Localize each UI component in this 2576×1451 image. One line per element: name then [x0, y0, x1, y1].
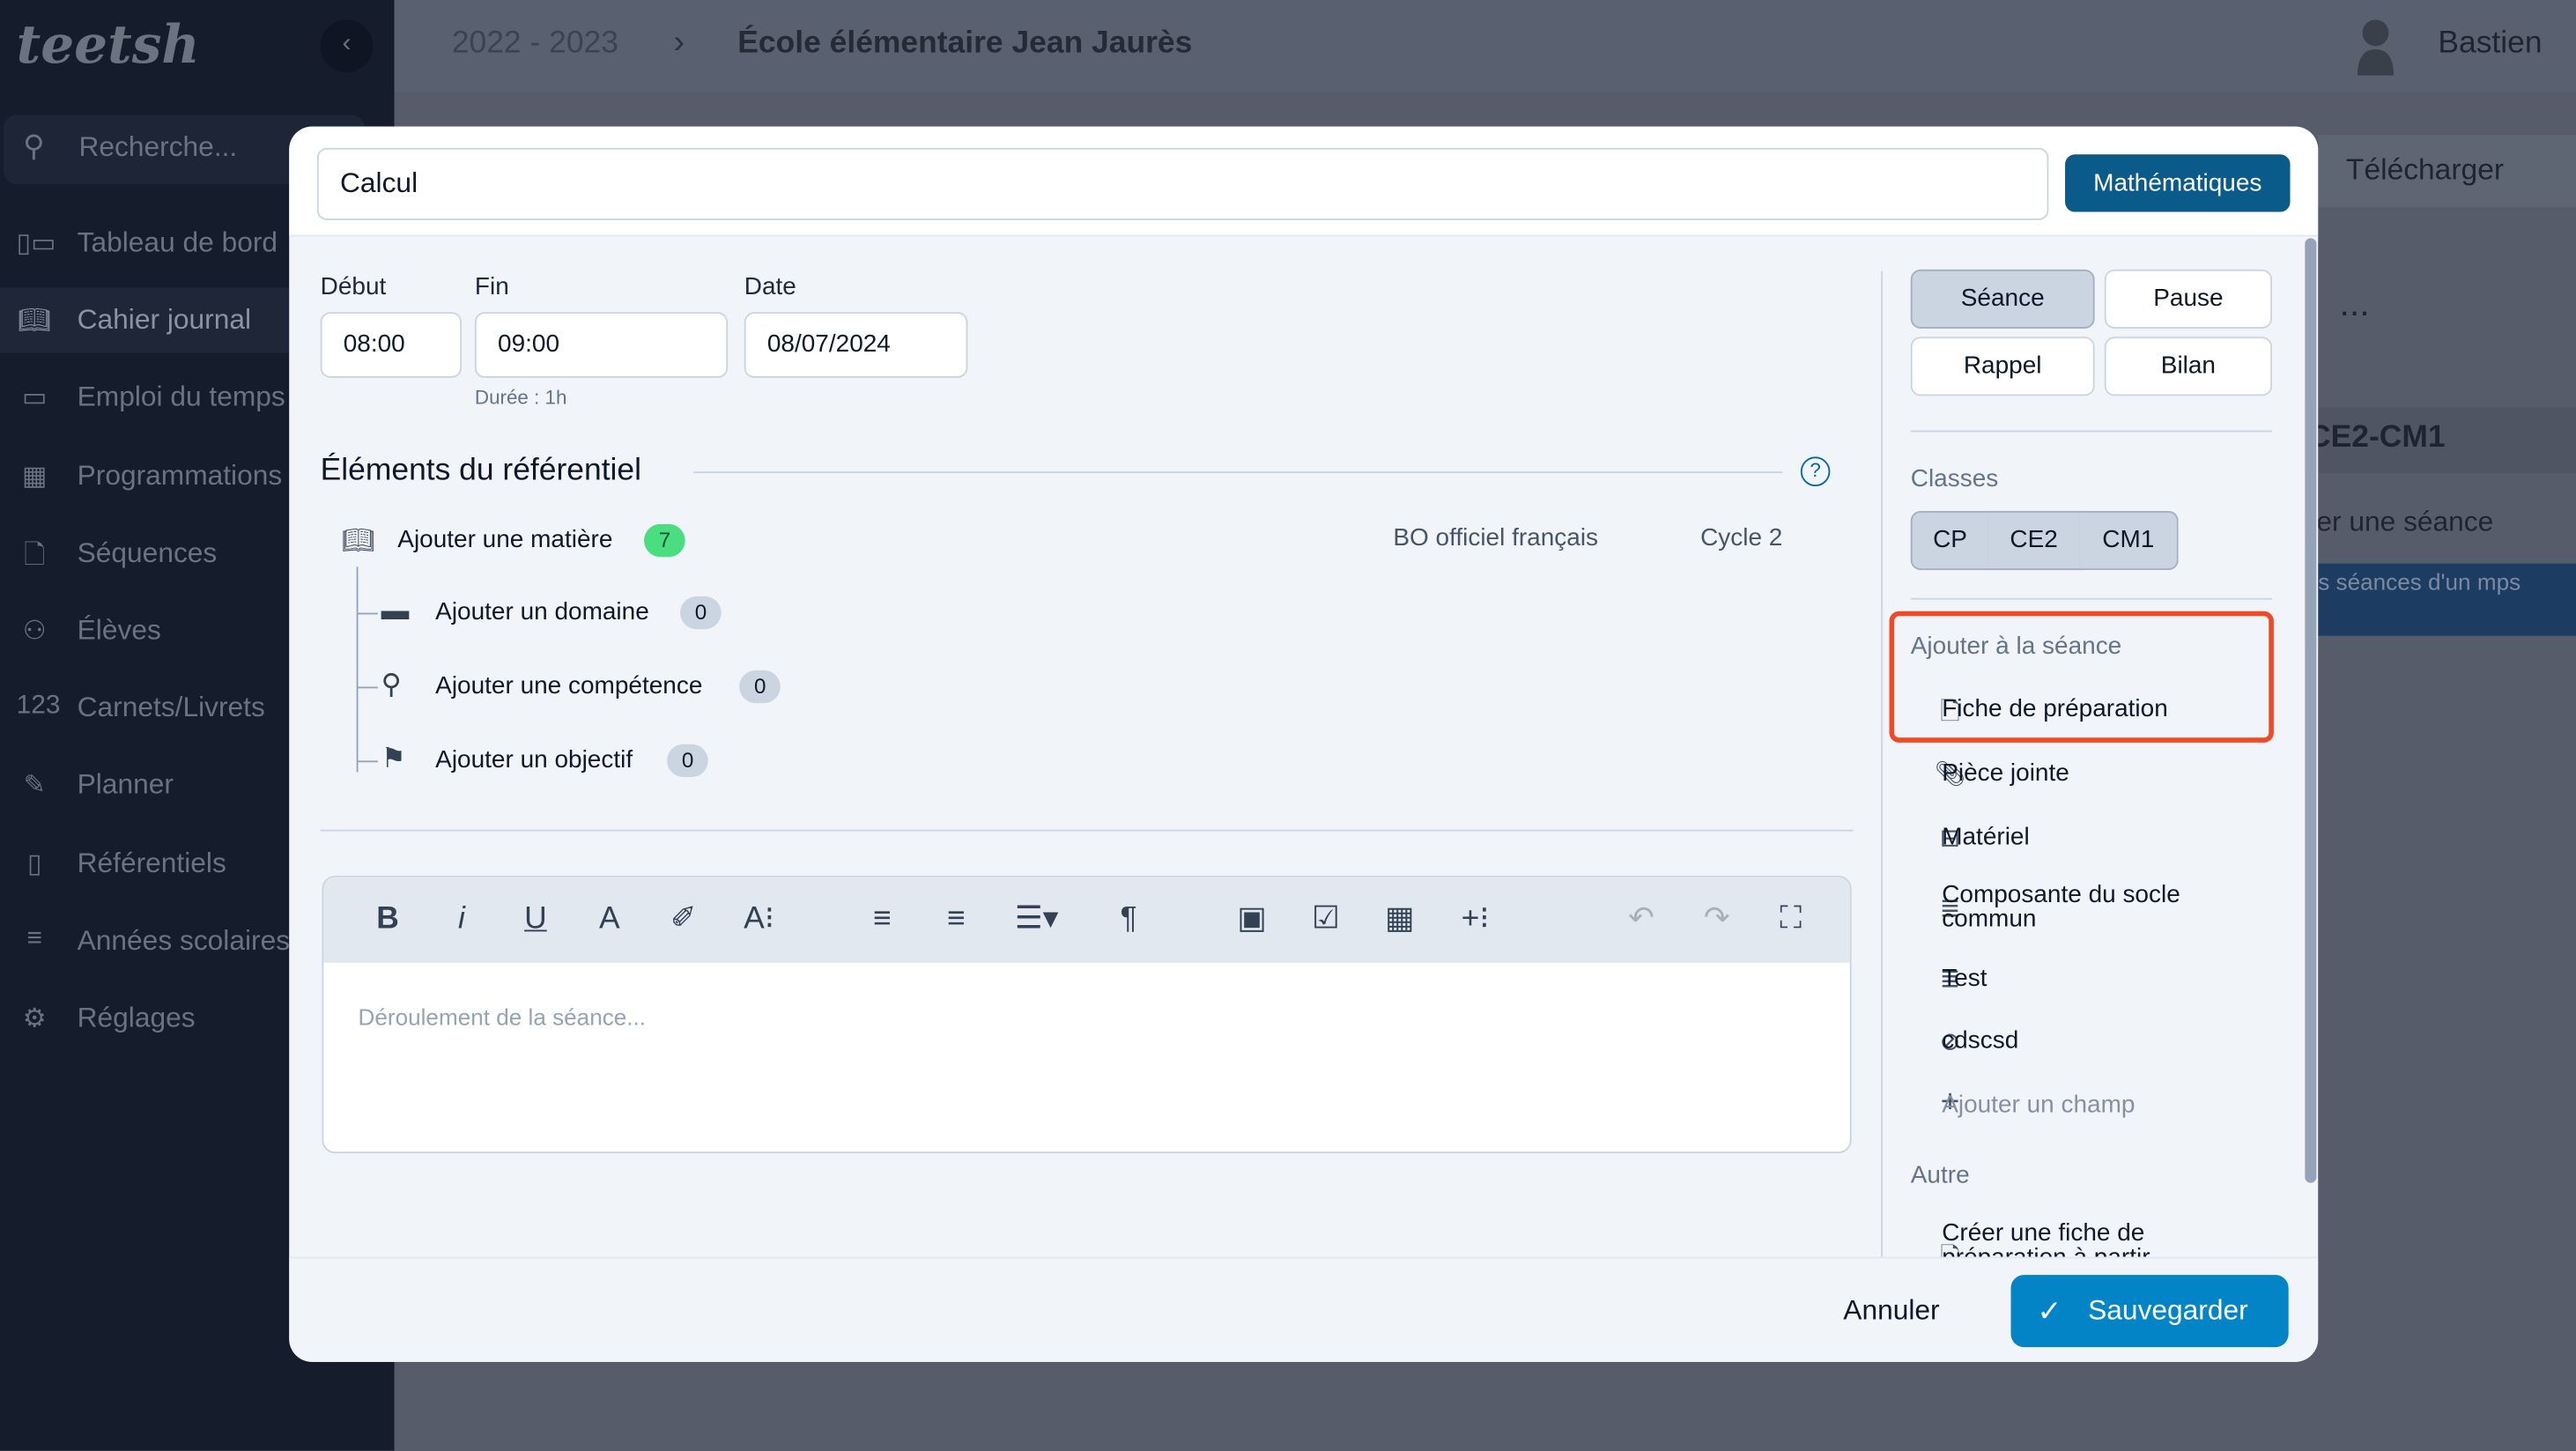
document-icon: 🗋︎ [24, 542, 46, 570]
help-icon[interactable]: ? [1800, 456, 1831, 486]
more-icon: ... [2339, 282, 2370, 324]
user-name[interactable]: Bastien [2438, 26, 2542, 63]
editor-placeholder[interactable]: Déroulement de la séance... [359, 1003, 647, 1030]
numbers-icon: 123 [16, 692, 61, 721]
calendar-icon: ▭ [22, 385, 48, 413]
breadcrumb-school[interactable]: École élémentaire Jean Jaurès [737, 26, 1192, 63]
referential-title: Éléments du référentiel [320, 453, 642, 488]
folder-icon: ▬ [381, 595, 410, 626]
end-label: Fin [474, 272, 509, 301]
add-subject-button[interactable]: Ajouter une matière [397, 526, 612, 554]
date-input[interactable]: 08/07/2024 [744, 312, 968, 378]
create-prep-sheet-button[interactable]: Créer une fiche de préparation à partir [1942, 1221, 2204, 1257]
start-label: Début [320, 272, 387, 301]
font-size-icon[interactable]: A⁝ [736, 897, 781, 943]
class-title: CE2-CM1 [2308, 420, 2446, 455]
avatar[interactable] [2354, 17, 2396, 76]
add-item-5[interactable]: cdscsd [1942, 1028, 2188, 1053]
add-item-1[interactable]: Pièce jointe [1942, 760, 2188, 785]
add-item-6[interactable]: Ajouter un champ [1942, 1092, 2188, 1117]
redo-icon[interactable]: ↷ [1694, 897, 1740, 943]
count-badge: 0 [680, 596, 722, 630]
underline-icon[interactable]: U [513, 897, 559, 943]
start-time-input[interactable]: 08:00 [320, 312, 463, 378]
end-time-input[interactable]: 09:00 [474, 312, 729, 378]
checkbox-icon[interactable]: ☑ [1303, 897, 1349, 943]
italic-icon[interactable]: i [439, 897, 485, 943]
book-icon: 📖︎ [341, 527, 375, 556]
type-pause-button[interactable]: Pause [2104, 269, 2273, 329]
text-color-icon[interactable]: A [587, 897, 633, 943]
align-center-icon[interactable]: ≡ [933, 897, 979, 943]
add-item-2[interactable]: Matériel [1942, 825, 2188, 849]
class-cm1[interactable]: CM1 [2079, 510, 2179, 571]
table-icon: ▦ [22, 463, 48, 491]
search-placeholder: Recherche... [78, 131, 238, 163]
flag-icon: ⚑ [381, 742, 407, 774]
gear-icon: ⚙ [22, 1005, 47, 1033]
collapse-sidebar-button[interactable]: ‹ [320, 19, 374, 73]
add-session-link: er une séance [2316, 506, 2494, 537]
add-to-session-label: Ajouter à la séance [1910, 632, 2122, 661]
source-select[interactable]: BO officiel français [1393, 524, 1598, 552]
chevron-right-icon: › [673, 24, 685, 61]
tree-item[interactable]: Ajouter un objectif [435, 746, 633, 774]
insert-icon[interactable]: +⁝ [1452, 897, 1498, 943]
cycle-select[interactable]: Cycle 2 [1700, 524, 1782, 552]
list-icon: ≡ [26, 924, 42, 953]
scrollbar[interactable] [2305, 238, 2317, 1183]
breadcrumb-year[interactable]: 2022 - 2023 [452, 26, 618, 63]
tree-item[interactable]: Ajouter un domaine [435, 598, 649, 626]
class-ce2[interactable]: CE2 [1988, 510, 2082, 571]
book-icon: 📖︎ [18, 307, 52, 336]
search-icon: ⚲ [23, 130, 45, 163]
competence-icon: ⚲ [381, 668, 402, 700]
align-left-icon[interactable]: ≡ [859, 897, 905, 943]
session-modal: Mathématiques Début Fin Date 08:00 09:00… [289, 126, 2319, 1362]
logo: teetsh [16, 12, 200, 76]
type-bilan-button[interactable]: Bilan [2104, 337, 2273, 396]
add-item-0[interactable]: Fiche de préparation [1942, 697, 2188, 722]
type-seance-button[interactable]: Séance [1910, 269, 2095, 329]
chevron-left-icon: ‹ [342, 29, 352, 58]
table-icon[interactable]: ▦ [1377, 897, 1423, 943]
tree-item[interactable]: Ajouter une compétence [435, 672, 702, 700]
class-cp[interactable]: CP [1910, 510, 1990, 571]
undo-icon[interactable]: ↶ [1618, 897, 1664, 943]
download-button: Télécharger [2345, 152, 2505, 186]
date-label: Date [744, 272, 796, 301]
list-icon[interactable]: ☰▾ [1014, 897, 1060, 943]
pencil-icon: ✎ [23, 773, 46, 801]
title-input[interactable] [316, 147, 2049, 220]
type-rappel-button[interactable]: Rappel [1910, 337, 2095, 396]
add-item-4[interactable]: Test [1942, 966, 2188, 991]
count-badge: 0 [667, 744, 709, 778]
add-item-3[interactable]: Composante du socle commun [1942, 882, 2188, 931]
classes-label: Classes [1910, 464, 1999, 493]
save-button[interactable]: ✓ Sauvegarder [2010, 1275, 2289, 1348]
highlight-icon[interactable]: ✐ [661, 897, 707, 943]
top-bar [394, 0, 2576, 93]
paragraph-icon[interactable]: ¶ [1106, 897, 1151, 943]
save-label: Sauvegarder [2088, 1294, 2248, 1326]
other-label: Autre [1910, 1161, 1970, 1190]
subject-count-badge: 7 [644, 523, 686, 558]
banner: s séances d'un mps [2318, 563, 2576, 636]
fullscreen-icon[interactable]: ⛶ [1768, 897, 1814, 943]
modal-footer: Annuler ✓ Sauvegarder [289, 1256, 2319, 1362]
subject-button[interactable]: Mathématiques [2065, 154, 2291, 212]
rich-text-editor[interactable]: Bi U A ✐ A⁝ ≡ ≡ ☰▾ ¶ ▣ ☑ ▦ +⁝ ↶ ↷ ⛶ Déroulement de la s… [322, 875, 1852, 1154]
bold-icon[interactable]: B [365, 897, 411, 943]
cancel-button[interactable]: Annuler [1843, 1294, 1939, 1327]
count-badge: 0 [739, 670, 781, 704]
dashboard-icon: ▯▭ [16, 230, 56, 258]
users-icon: ⚇ [22, 618, 47, 646]
check-icon: ✓ [2037, 1294, 2062, 1328]
duration: Durée : 1h [474, 386, 567, 410]
image-icon[interactable]: ▣ [1229, 897, 1275, 943]
clipboard-icon: ▯ [26, 850, 42, 878]
